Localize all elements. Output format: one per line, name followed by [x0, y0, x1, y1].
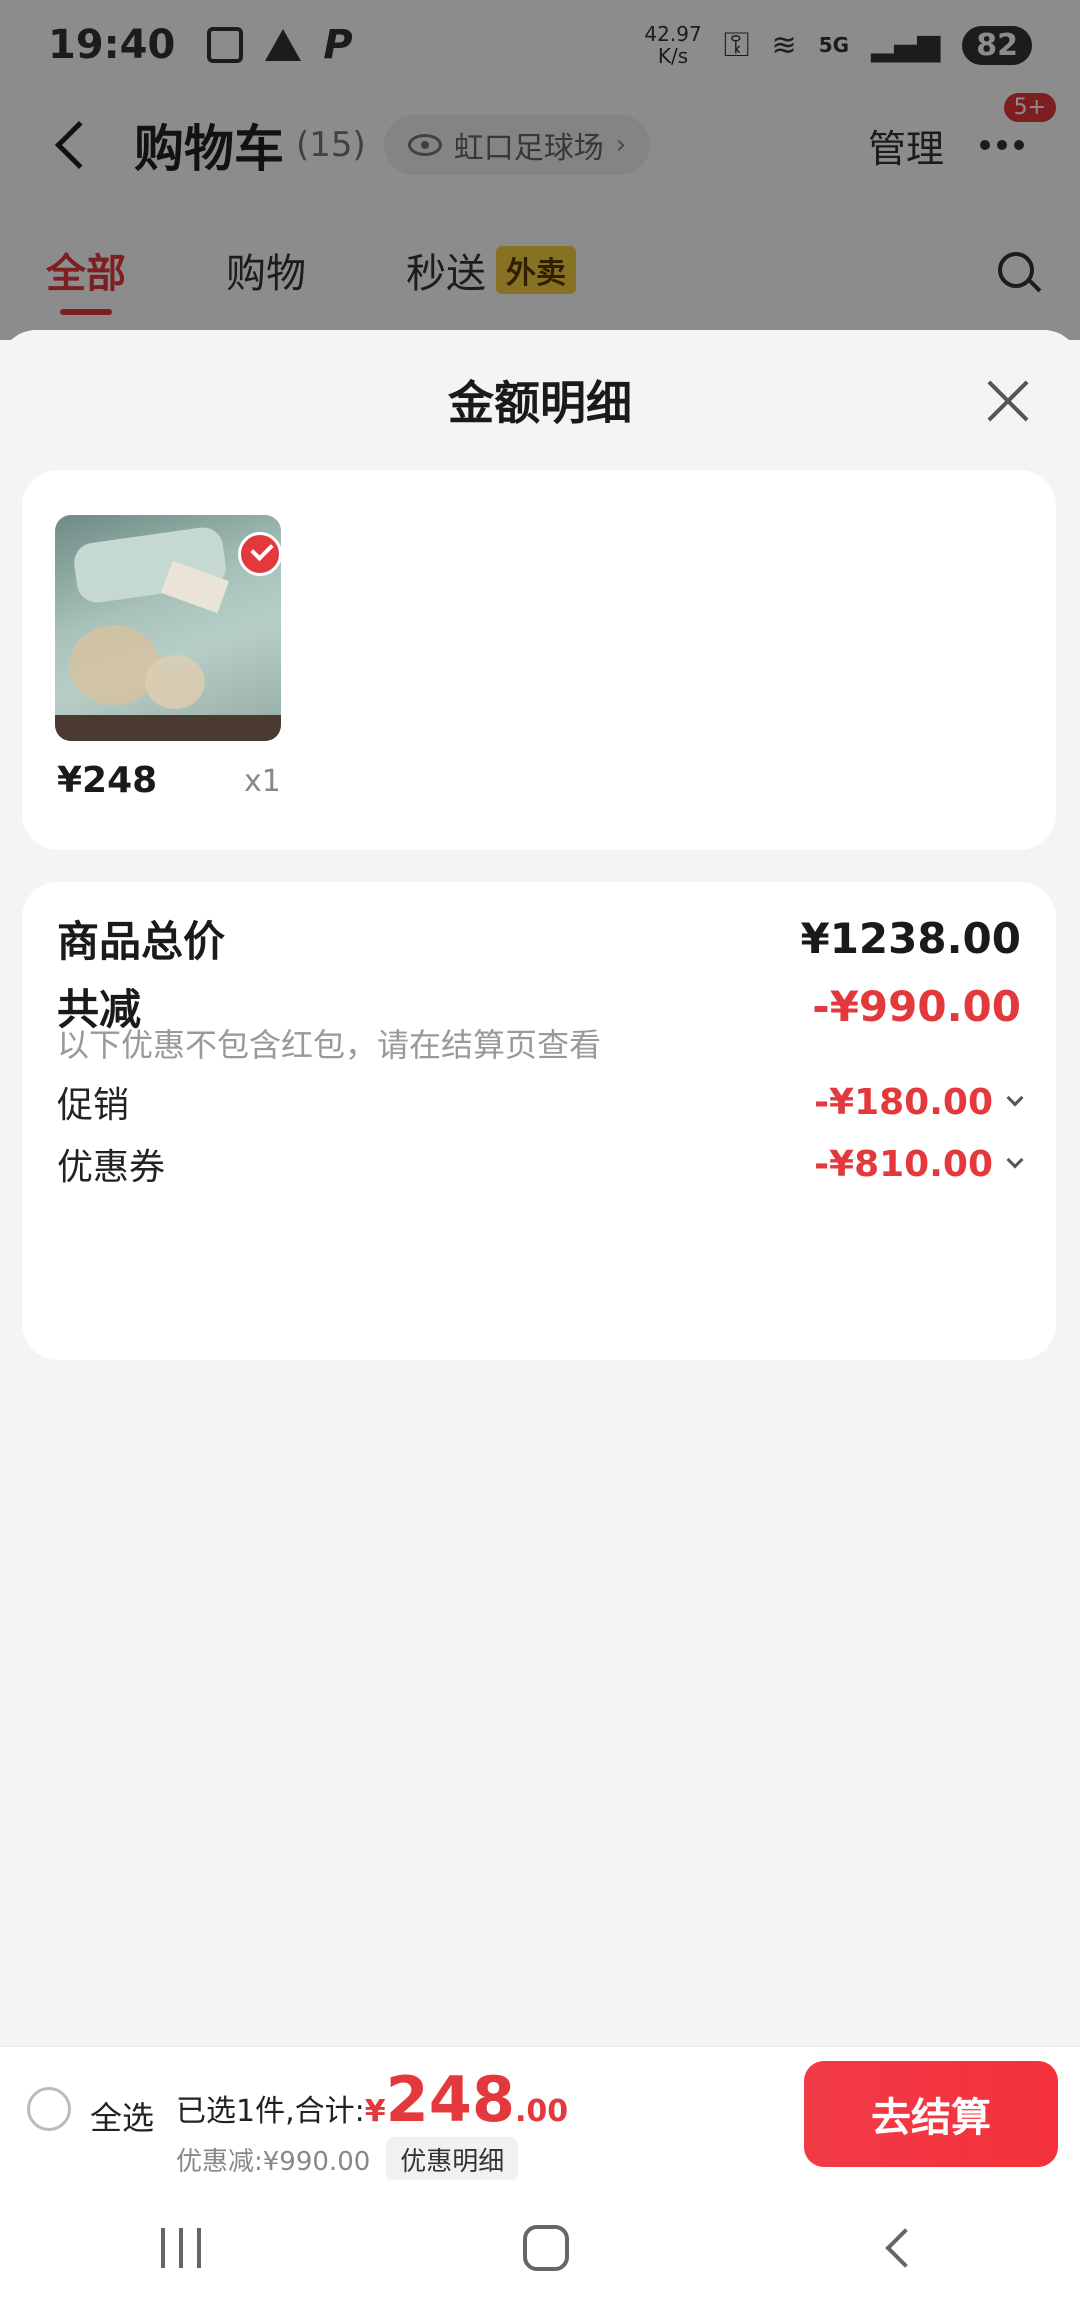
- promotion-row[interactable]: 促销 -¥180.00: [57, 1074, 1024, 1130]
- select-all-label[interactable]: 全选: [90, 2093, 154, 2139]
- total-currency: ¥: [364, 2094, 386, 2129]
- close-icon[interactable]: [984, 376, 1032, 424]
- select-all-radio[interactable]: [27, 2087, 71, 2131]
- chevron-down-icon: [1006, 1151, 1024, 1169]
- discount-note: 以下优惠不包含红包，请在结算页查看: [57, 1026, 602, 1064]
- coupon-row[interactable]: 优惠券 -¥810.00: [57, 1136, 1024, 1192]
- promotion-label: 促销: [57, 1085, 130, 1126]
- total-price-row: 商品总价 ¥1238.00: [57, 910, 1021, 966]
- check-icon: [238, 532, 282, 576]
- sheet-title-row: 金额明细: [0, 330, 1080, 470]
- coupon-value-wrap: -¥810.00: [814, 1143, 1024, 1185]
- total-reduce-value: -¥990.00: [812, 981, 1021, 1031]
- total-integer: 248: [385, 2063, 516, 2136]
- selected-text: 已选1件,合计:: [176, 2094, 365, 2129]
- checkout-bar: 全选 已选1件,合计: ¥ 248 .00 优惠减:¥990.00 优惠明细 去…: [0, 2046, 1080, 2182]
- product-price: ¥248: [57, 760, 158, 801]
- checkout-button[interactable]: 去结算: [804, 2061, 1058, 2167]
- discount-detail-button[interactable]: 优惠明细: [386, 2137, 519, 2182]
- total-price-label: 商品总价: [57, 916, 226, 966]
- product-card: ¥248 x1: [22, 470, 1056, 850]
- price-summary-card: 商品总价 ¥1238.00 共减 -¥990.00 以下优惠不包含红包，请在结算…: [22, 882, 1056, 1360]
- recent-apps-icon[interactable]: [161, 2228, 201, 2268]
- promotion-value: -¥180.00: [814, 1081, 993, 1123]
- sheet-title: 金额明细: [448, 376, 632, 430]
- back-nav-icon[interactable]: [885, 2228, 925, 2268]
- home-icon[interactable]: [523, 2225, 569, 2271]
- system-nav-bar: [0, 2180, 1080, 2316]
- total-decimal: .00: [515, 2094, 569, 2129]
- selected-total: 已选1件,合计: ¥ 248 .00: [176, 2069, 568, 2131]
- amount-detail-sheet: 金额明细 ¥248 x1 商品总价 ¥1238.00 共减 -¥990.00 以…: [0, 330, 1080, 2046]
- chevron-down-icon: [1006, 1089, 1024, 1107]
- discount-amount: 优惠减:¥990.00: [176, 2147, 371, 2177]
- dim-overlay[interactable]: [0, 0, 1080, 340]
- discount-line: 优惠减:¥990.00 优惠明细: [176, 2137, 519, 2182]
- promotion-value-wrap: -¥180.00: [814, 1081, 1024, 1123]
- product-quantity: x1: [244, 764, 281, 799]
- coupon-label: 优惠券: [57, 1147, 166, 1188]
- coupon-value: -¥810.00: [814, 1143, 993, 1185]
- total-price-value: ¥1238.00: [800, 913, 1021, 963]
